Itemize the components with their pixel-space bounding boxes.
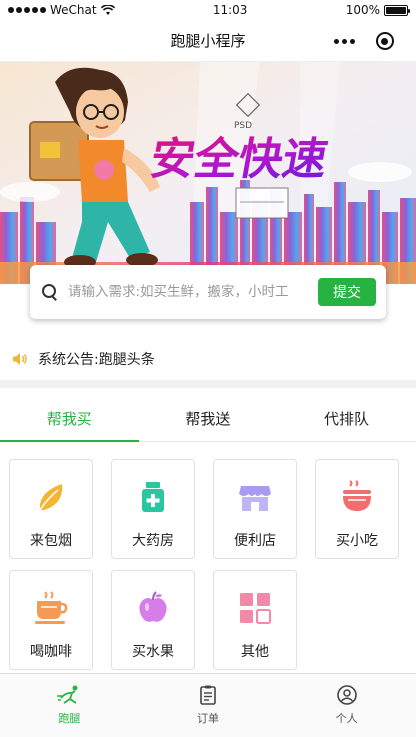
- service-label: 便利店: [234, 533, 276, 549]
- noodle-bowl-icon: [343, 480, 371, 511]
- close-target-icon[interactable]: [375, 32, 394, 50]
- capsule-menu: [324, 26, 404, 56]
- service-label: 大药房: [132, 533, 174, 549]
- service-label: 来包烟: [30, 533, 72, 549]
- person-icon: [336, 685, 357, 705]
- service-cigarettes[interactable]: 来包烟: [9, 459, 93, 559]
- service-fruit[interactable]: 买水果: [111, 570, 195, 670]
- system-notice[interactable]: 系统公告:跑腿头条: [12, 346, 155, 372]
- tabbar-label: 跑腿: [58, 712, 81, 725]
- service-label: 喝咖啡: [30, 644, 72, 660]
- tabbar-errand[interactable]: 跑腿: [0, 674, 139, 737]
- service-pharmacy[interactable]: 大药房: [111, 459, 195, 559]
- apple-icon: [139, 591, 167, 622]
- grid-icon: [240, 593, 271, 624]
- status-right: 100%: [345, 3, 410, 17]
- status-left: WeChat: [8, 3, 115, 17]
- tabbar-label: 订单: [197, 712, 219, 725]
- tabbar-profile[interactable]: 个人: [277, 674, 416, 737]
- status-time: 11:03: [212, 3, 248, 17]
- battery-icon: [384, 4, 410, 16]
- bottom-tab-bar: 跑腿 订单 个人: [0, 673, 416, 737]
- submit-button[interactable]: 提交: [318, 278, 376, 306]
- page-title: 跑腿小程序: [170, 32, 246, 50]
- clipboard-icon: [200, 685, 216, 705]
- carrier-name: WeChat: [50, 3, 97, 17]
- leaf-icon: [39, 484, 63, 511]
- service-coffee[interactable]: 喝咖啡: [9, 570, 93, 670]
- wifi-icon: [100, 4, 115, 15]
- more-icon[interactable]: [334, 38, 356, 44]
- service-snacks[interactable]: 买小吃: [315, 459, 399, 559]
- tab-deliver-for-me[interactable]: 帮我送: [139, 396, 278, 441]
- notice-text: 系统公告:跑腿头条: [38, 352, 155, 368]
- store-icon: [239, 486, 271, 511]
- battery-level: [386, 6, 406, 14]
- service-label: 其他: [241, 644, 269, 660]
- battery-percent: 100%: [345, 3, 380, 17]
- medicine-icon: [142, 482, 164, 512]
- runner-icon: [57, 685, 78, 704]
- tab-buy-for-me[interactable]: 帮我买: [0, 396, 139, 442]
- tabbar-orders[interactable]: 订单: [139, 674, 278, 737]
- service-convenience-store[interactable]: 便利店: [213, 459, 297, 559]
- tabbar-label: 个人: [335, 712, 358, 725]
- search-input[interactable]: [68, 284, 312, 300]
- banner-headline: 安全快速: [146, 134, 331, 185]
- promo-banner[interactable]: PSD 安全快速: [0, 62, 416, 284]
- service-other[interactable]: 其他: [213, 570, 297, 670]
- search-icon: [42, 284, 58, 300]
- navigation-bar: 跑腿小程序: [0, 20, 416, 62]
- search-box: 提交: [30, 265, 386, 319]
- tab-queue-for-me[interactable]: 代排队: [277, 396, 416, 441]
- service-label: 买小吃: [336, 533, 378, 549]
- banner-illustration: PSD 安全快速: [0, 62, 416, 284]
- svg-text:PSD: PSD: [234, 121, 252, 131]
- service-label: 买水果: [132, 644, 174, 660]
- status-bar: WeChat 11:03 100%: [0, 0, 416, 20]
- coffee-icon: [35, 591, 68, 624]
- section-divider: [0, 380, 416, 388]
- service-tabs: 帮我买 帮我送 代排队: [0, 396, 416, 442]
- signal-icon: [8, 7, 46, 13]
- speaker-icon: [12, 352, 28, 366]
